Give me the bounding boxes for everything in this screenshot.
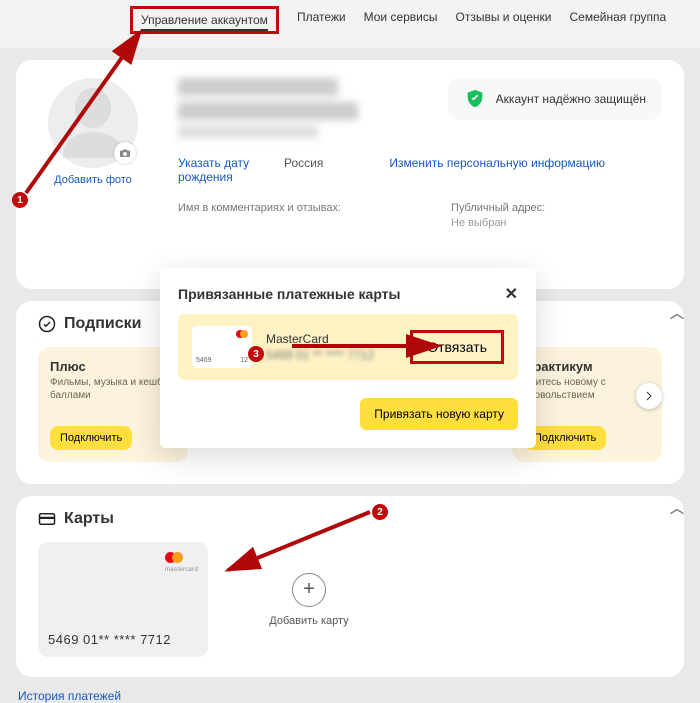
tab-family[interactable]: Семейная группа [570,10,667,38]
card-icon [38,510,56,528]
cards-panel: Карты ︿ mastercard 5469 01** **** 7712 +… [16,496,684,677]
close-icon[interactable]: ✕ [505,284,518,304]
mastercard-label: mastercard [165,567,198,573]
unlink-button[interactable]: Отвязать [410,330,504,364]
sub-title: Практикум [524,359,650,374]
check-circle-icon [38,315,56,333]
scroll-right-button[interactable] [636,383,662,409]
card-number: 5469 01** **** 7712 [48,632,198,647]
chevron-up-icon[interactable]: ︿ [670,498,684,518]
payment-card[interactable]: mastercard 5469 01** **** 7712 [38,542,208,657]
attach-new-card-button[interactable]: Привязать новую карту [360,398,518,430]
arrow-right-icon [643,390,655,402]
modal-title: Привязанные платежные карты [178,286,401,302]
subscriptions-title: Подписки [64,315,141,333]
modal-card-brand: MasterCard [266,332,374,346]
mini-card-left: 5469 [196,357,212,364]
tab-payments[interactable]: Платежи [297,10,346,38]
mini-card: 5469 12 [192,326,252,368]
user-name-blurred [178,78,662,138]
comment-name-label: Имя в комментариях и отзывах: [178,202,341,214]
modal-card-row: 5469 12 MasterCard 5469 01 ** **** 7712 … [178,314,518,380]
connect-button[interactable]: Подключить [524,426,606,450]
connect-button[interactable]: Подключить [50,426,132,450]
add-card-button[interactable]: + Добавить карту [224,542,394,657]
avatar[interactable] [48,78,138,168]
edit-personal-link[interactable]: Изменить персональную информацию [389,156,605,184]
step-badge-1: 1 [12,192,28,208]
sub-title: Плюс [50,359,176,374]
tab-account[interactable]: Управление аккаунтом [130,6,279,34]
sub-desc: Учитесь новому с удовольствием [524,377,650,402]
mastercard-logo: mastercard [165,552,198,573]
public-addr-label: Публичный адрес: [451,202,545,214]
tab-account-label: Управление аккаунтом [141,13,268,31]
camera-icon[interactable] [114,142,136,164]
tab-reviews[interactable]: Отзывы и оценки [456,10,552,38]
step-badge-2: 2 [372,504,388,520]
profile-panel: Аккаунт надёжно защищён Добавить фото [16,60,684,289]
mastercard-logo [236,330,248,338]
payment-history-link[interactable]: История платежей [18,689,684,703]
mini-card-right: 12 [240,357,248,364]
top-tabs: Управление аккаунтом Платежи Мои сервисы… [0,0,700,48]
birthday-link[interactable]: Указать дату рождения [178,156,258,184]
cards-title: Карты [64,510,114,528]
tab-services[interactable]: Мои сервисы [364,10,438,38]
sub-desc: Фильмы, музыка и кешбэк баллами [50,377,176,402]
modal-card-number-blurred: 5469 01 ** **** 7712 [266,348,374,362]
public-addr-value: Не выбран [451,217,545,229]
step-badge-3: 3 [248,346,264,362]
plus-icon: + [292,573,326,607]
add-photo-link[interactable]: Добавить фото [54,174,132,186]
linked-cards-modal: Привязанные платежные карты ✕ 5469 12 Ma… [160,268,536,448]
country-label: Россия [284,156,323,184]
add-card-label: Добавить карту [269,615,348,627]
chevron-up-icon[interactable]: ︿ [670,303,684,323]
